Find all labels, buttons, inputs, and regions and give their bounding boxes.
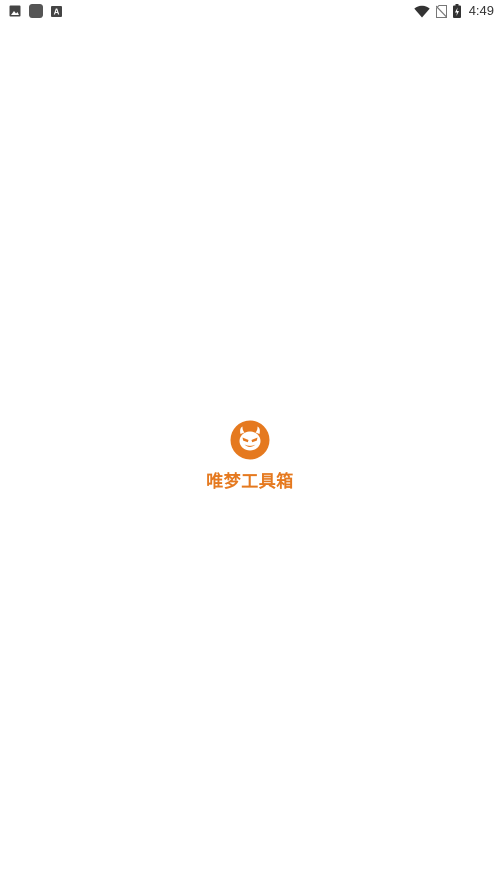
- status-time: 4:49: [468, 3, 494, 18]
- status-bar: A 4:49: [0, 0, 500, 22]
- splash-screen: 唯梦工具箱: [0, 420, 500, 492]
- app-name: 唯梦工具箱: [206, 472, 294, 492]
- image-icon: [9, 5, 21, 17]
- status-bar-left: A: [9, 4, 62, 18]
- devil-face-logo-icon: [230, 420, 270, 460]
- status-bar-right: 4:49: [413, 2, 494, 20]
- battery-charging-icon: [452, 4, 461, 18]
- svg-text:A: A: [54, 7, 60, 16]
- app-square-icon: [29, 4, 43, 18]
- no-sim-icon: [435, 4, 448, 18]
- a-letter-icon: A: [51, 5, 62, 17]
- wifi-icon: [413, 5, 430, 18]
